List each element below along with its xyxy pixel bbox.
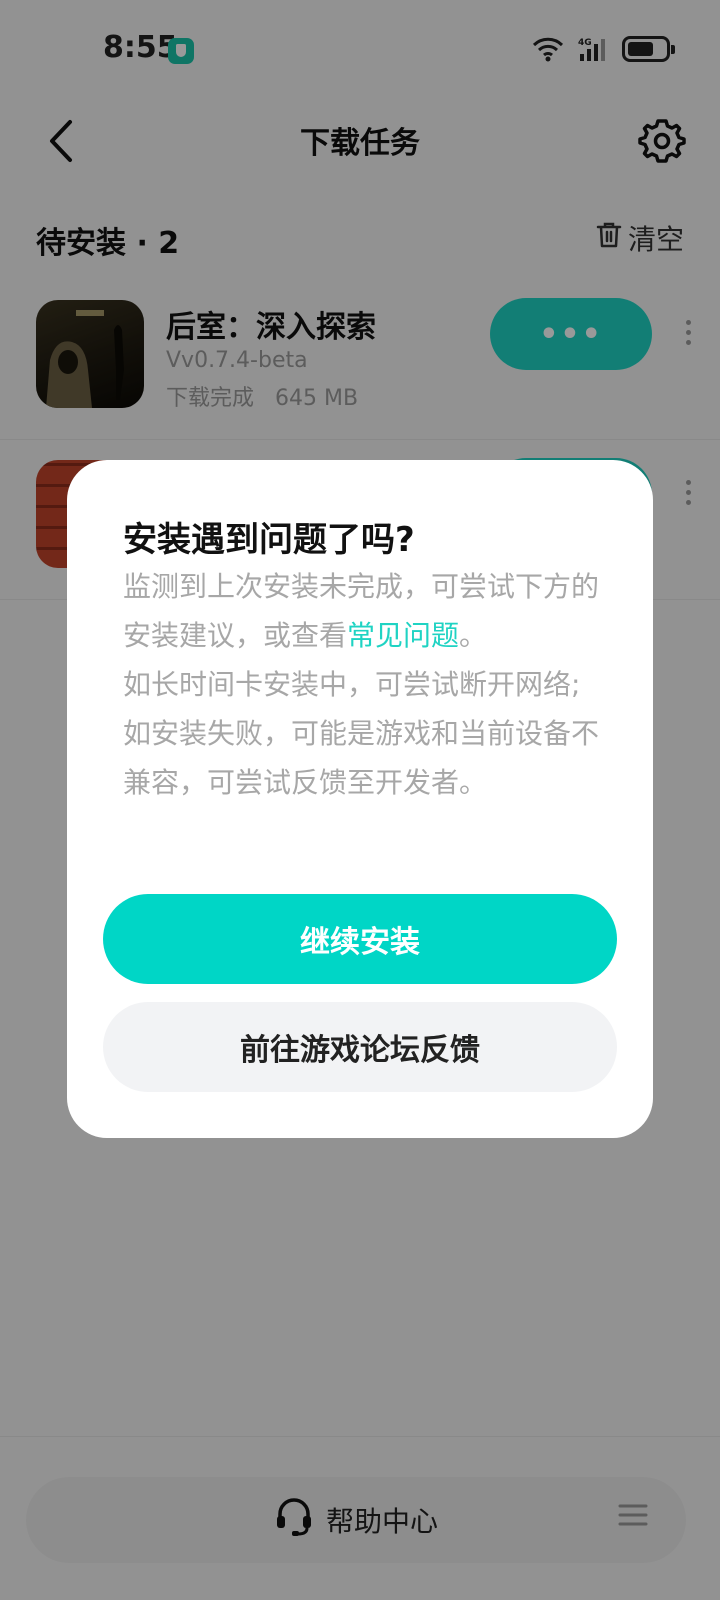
- dialog-text: 。: [459, 619, 488, 652]
- dialog-paragraph: 如长时间卡安装中，可尝试断开网络;: [123, 668, 581, 701]
- dialog-body: 监测到上次安装未完成，可尝试下方的安装建议，或查看常见问题。 如长时间卡安装中，…: [123, 562, 603, 807]
- dialog-paragraph: 监测到上次安装未完成，可尝试下方的安装建议，或查看常见问题。: [123, 562, 603, 660]
- dialog-paragraph: 如安装失败，可能是游戏和当前设备不兼容，可尝试反馈至开发者。: [123, 717, 600, 799]
- install-problem-dialog: 安装遇到问题了吗? 监测到上次安装未完成，可尝试下方的安装建议，或查看常见问题。…: [67, 460, 653, 1138]
- forum-feedback-button[interactable]: 前往游戏论坛反馈: [103, 1002, 617, 1092]
- faq-link[interactable]: 常见问题: [347, 619, 459, 652]
- dialog-title: 安装遇到问题了吗?: [123, 520, 415, 560]
- continue-install-button[interactable]: 继续安装: [103, 894, 617, 984]
